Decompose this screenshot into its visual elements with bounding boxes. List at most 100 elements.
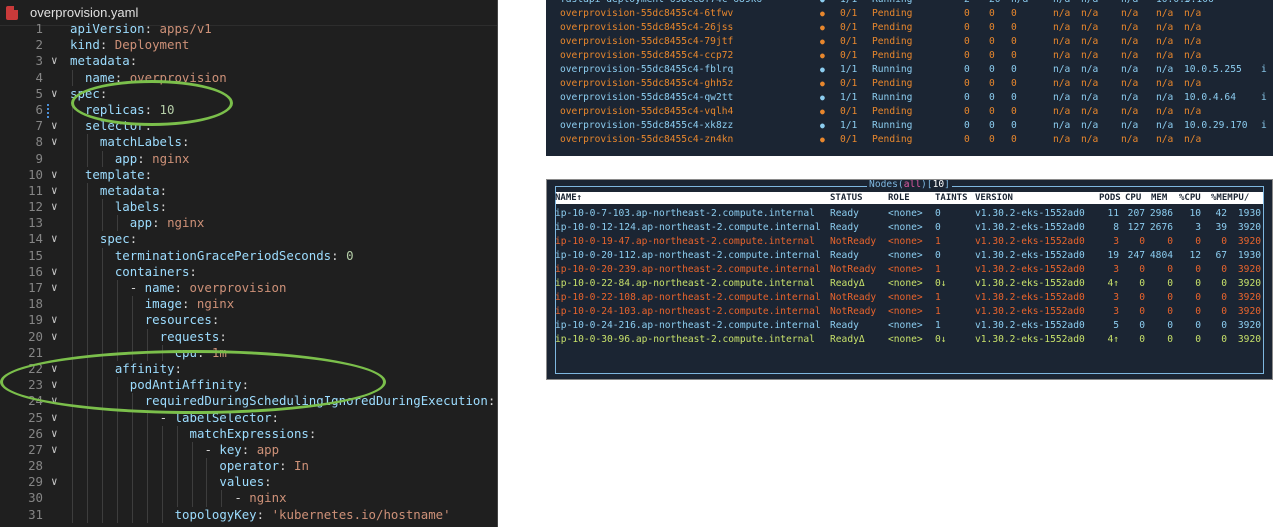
indent-guide <box>101 490 103 507</box>
fold-chevron-icon[interactable]: ∨ <box>51 393 63 409</box>
nodes-terminal[interactable]: Nodes(all)[10] NAME↑ STATUS ROLE TAINTS VERS… <box>546 179 1273 380</box>
code-line[interactable]: 19 ∨ resources: <box>0 312 497 329</box>
code-line[interactable]: 10 ∨ template: <box>0 166 497 183</box>
column-header[interactable]: CPU <box>1125 192 1141 204</box>
column-header[interactable]: TAINTS <box>935 192 968 204</box>
column-header[interactable]: STATUS <box>830 192 863 204</box>
fold-chevron-icon[interactable]: ∨ <box>51 280 63 296</box>
node-row[interactable]: ip-10-0-30-96.ap-northeast-2.compute.int… <box>547 333 1272 347</box>
pod-row[interactable]: overprovision-55dc8455c4-26jss ● 0/1 Pendin… <box>546 21 1273 35</box>
code-line[interactable]: 12 ∨ labels: <box>0 199 497 216</box>
code-line[interactable]: 7 ∨ selector: <box>0 118 497 135</box>
code-line[interactable]: 24 ∨ requiredDuringSchedulingIgnoredDuring… <box>0 393 497 410</box>
code-line[interactable]: 14 ∨ spec: <box>0 231 497 248</box>
node-row[interactable]: ip-10-0-24-216.ap-northeast-2.compute.in… <box>547 319 1272 333</box>
line-number: 23 <box>28 377 43 393</box>
column-header[interactable]: %CPU <box>1179 192 1201 204</box>
code-editor[interactable]: overprovision.yaml 1 apiVersion: apps/v1 2… <box>0 0 498 527</box>
code-line[interactable]: 26 ∨ matchExpressions: <box>0 425 497 442</box>
fold-chevron-icon[interactable]: ∨ <box>51 442 63 458</box>
pod-row[interactable]: overprovision-55dc8455c4-zn4kn ● 0/1 Pendin… <box>546 133 1273 147</box>
pod-row[interactable]: overprovision-55dc8455c4-qw2tt ● 1/1 Runnin… <box>546 91 1273 105</box>
code-line[interactable]: 29 ∨ values: <box>0 474 497 491</box>
node-row[interactable]: ip-10-0-22-84.ap-northeast-2.compute.int… <box>547 277 1272 291</box>
code-line[interactable]: 20 ∨ requests: <box>0 328 497 345</box>
fold-chevron-icon[interactable]: ∨ <box>51 474 63 490</box>
code-line[interactable]: 28 operator: In <box>0 458 497 475</box>
node-cell: 4↑ <box>1107 278 1119 289</box>
column-header[interactable]: NAME↑ <box>555 192 582 204</box>
node-row[interactable]: ip-10-0-20-239.ap-northeast-2.compute.in… <box>547 263 1272 277</box>
code-line[interactable]: 16 ∨ containers: <box>0 263 497 280</box>
node-row[interactable]: ip-10-0-12-124.ap-northeast-2.compute.in… <box>547 221 1272 235</box>
fold-chevron-icon[interactable]: ∨ <box>51 86 63 102</box>
pod-row[interactable]: overprovision-55dc8455c4-fblrq ● 1/1 Runnin… <box>546 63 1273 77</box>
pod-row[interactable]: overprovision-55dc8455c4-ghh5z ● 0/1 Pendin… <box>546 77 1273 91</box>
node-row[interactable]: ip-10-0-7-103.ap-northeast-2.compute.int… <box>547 207 1272 221</box>
column-header[interactable]: PODS <box>1099 192 1121 204</box>
indent-guide <box>86 263 88 280</box>
code-line[interactable]: 15 terminationGracePeriodSeconds: 0 <box>0 247 497 264</box>
code-line[interactable]: 22 ∨ affinity: <box>0 360 497 378</box>
line-number: 31 <box>28 506 43 522</box>
node-row[interactable]: ip-10-0-19-47.ap-northeast-2.compute.int… <box>547 235 1272 249</box>
fold-chevron-icon[interactable]: ∨ <box>51 134 63 150</box>
pod-cell: i <box>1261 64 1267 75</box>
fold-chevron-icon[interactable]: ∨ <box>51 410 63 426</box>
column-header[interactable]: %MEM <box>1211 192 1233 204</box>
node-cell: 0 <box>1221 236 1227 247</box>
column-header[interactable]: PU/ <box>1233 192 1249 204</box>
pod-row[interactable]: overprovision-55dc8455c4-vqlh4 ● 0/1 Pendin… <box>546 105 1273 119</box>
pod-cell: n/a <box>1121 134 1139 145</box>
column-header[interactable]: MEM <box>1151 192 1167 204</box>
pod-cell: 0 <box>1011 92 1017 103</box>
pod-row[interactable]: overprovision-55dc8455c4-6tfwv ● 0/1 Pendin… <box>546 7 1273 21</box>
fold-chevron-icon[interactable]: ∨ <box>51 199 63 215</box>
code-line[interactable]: 5 ∨ spec: <box>0 86 497 102</box>
pod-cell: n/a <box>1053 22 1071 33</box>
column-header[interactable]: ROLE <box>888 192 910 204</box>
node-row[interactable]: ip-10-0-24-103.ap-northeast-2.compute.in… <box>547 305 1272 319</box>
code-line[interactable]: 13 app: nginx <box>0 215 497 232</box>
code-line[interactable]: 9 app: nginx <box>0 150 497 167</box>
code-line[interactable]: 27 ∨ - key: app <box>0 441 497 459</box>
fold-chevron-icon[interactable]: ∨ <box>51 329 63 345</box>
code-line[interactable]: 3 ∨ metadata: <box>0 53 497 69</box>
code-line[interactable]: 8 ∨ matchLabels: <box>0 134 497 151</box>
node-cell: 0 <box>1195 292 1201 303</box>
node-row[interactable]: ip-10-0-22-108.ap-northeast-2.compute.in… <box>547 291 1272 305</box>
node-cell: 0 <box>1167 306 1173 317</box>
fold-chevron-icon[interactable]: ∨ <box>51 377 63 393</box>
fold-chevron-icon[interactable]: ∨ <box>51 167 63 183</box>
indent-guide <box>146 441 148 459</box>
code-line[interactable]: 6 replicas: 10 <box>0 101 497 119</box>
code-line[interactable]: 31 topologyKey: 'kubernetes.io/hostname' <box>0 506 497 523</box>
pods-terminal[interactable]: fastapi-deployment-698cc8f74c-689k6 ● 1/1 R… <box>546 0 1273 156</box>
pod-cell: 0 <box>989 8 995 19</box>
code-line[interactable]: 23 ∨ podAntiAffinity: <box>0 377 497 394</box>
code-area[interactable]: 1 apiVersion: apps/v1 2 kind: Deployment 3 ∨ m… <box>0 21 497 523</box>
fold-chevron-icon[interactable]: ∨ <box>51 53 63 69</box>
fold-chevron-icon[interactable]: ∨ <box>51 426 63 442</box>
column-header[interactable]: VERSION <box>975 192 1013 204</box>
fold-chevron-icon[interactable]: ∨ <box>51 183 63 199</box>
code-line[interactable]: 11 ∨ metadata: <box>0 182 497 200</box>
pod-row[interactable]: overprovision-55dc8455c4-79jtf ● 0/1 Pendin… <box>546 35 1273 49</box>
code-line[interactable]: 2 kind: Deployment <box>0 37 497 53</box>
fold-chevron-icon[interactable]: ∨ <box>51 361 63 377</box>
fold-chevron-icon[interactable]: ∨ <box>51 312 63 328</box>
code-line[interactable]: 1 apiVersion: apps/v1 <box>0 21 497 37</box>
fold-chevron-icon[interactable]: ∨ <box>51 264 63 280</box>
code-line[interactable]: 18 image: nginx <box>0 296 497 313</box>
pod-row[interactable]: fastapi-deployment-698cc8f74c-689k6 ● 1/1 R… <box>546 0 1273 7</box>
code-line[interactable]: 4 name: overprovision <box>0 69 497 86</box>
code-line[interactable]: 17 ∨ - name: overprovision <box>0 280 497 297</box>
pod-row[interactable]: overprovision-55dc8455c4-xk8zz ● 1/1 Runnin… <box>546 119 1273 133</box>
pod-row[interactable]: overprovision-55dc8455c4-ccp72 ● 0/1 Pendin… <box>546 49 1273 63</box>
code-line[interactable]: 30 - nginx <box>0 490 497 507</box>
code-line[interactable]: 21 cpu: 1m <box>0 344 497 361</box>
fold-chevron-icon[interactable]: ∨ <box>51 118 63 134</box>
code-line[interactable]: 25 ∨ - labelSelector: <box>0 409 497 426</box>
fold-chevron-icon[interactable]: ∨ <box>51 231 63 247</box>
node-row[interactable]: ip-10-0-20-112.ap-northeast-2.compute.in… <box>547 249 1272 263</box>
